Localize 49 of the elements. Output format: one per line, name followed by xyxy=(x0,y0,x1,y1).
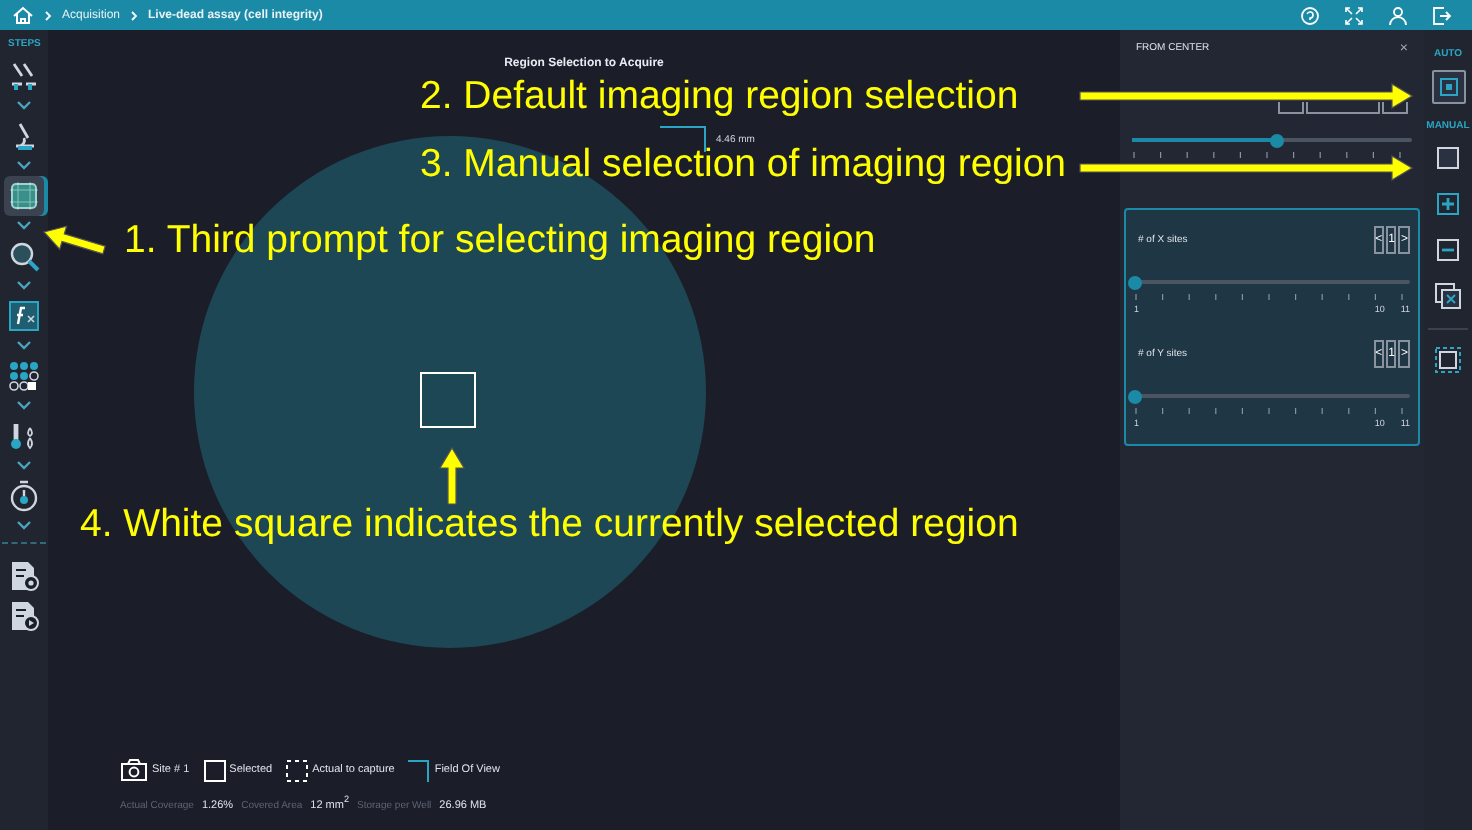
chevron-icon xyxy=(16,280,32,290)
auto-button[interactable] xyxy=(1431,70,1465,104)
step-button[interactable] xyxy=(4,176,44,216)
magnifier-icon xyxy=(8,240,40,272)
annotation-text: 4. White square indicates the currently selected region xyxy=(80,504,1019,544)
step-button[interactable] xyxy=(4,296,44,336)
logout-icon xyxy=(1432,5,1452,25)
dye-tubes-icon xyxy=(8,60,40,92)
grid-square-icon xyxy=(8,180,40,212)
chevron-icon xyxy=(44,9,52,21)
square-icon xyxy=(203,759,226,782)
camera-icon xyxy=(120,758,148,783)
document-play-icon xyxy=(8,600,40,632)
plus-icon xyxy=(1434,189,1462,217)
formula-icon xyxy=(8,300,40,332)
dashed-square-icon xyxy=(1434,345,1462,373)
home-icon xyxy=(12,6,34,24)
dashed-square-icon xyxy=(286,759,309,782)
annotation-text: 2. Default imaging region selection xyxy=(420,76,1019,116)
chevron-icon xyxy=(16,520,32,530)
stacked-squares-x-icon xyxy=(1434,281,1462,309)
minus-icon xyxy=(1434,235,1462,263)
fullscreen-icon xyxy=(1344,5,1364,25)
square-icon xyxy=(1434,143,1462,171)
step-button[interactable] xyxy=(4,356,44,396)
arrow xyxy=(438,446,466,505)
slider-thumb[interactable] xyxy=(1270,133,1285,147)
chevron-icon xyxy=(130,9,139,21)
corner-icon xyxy=(408,759,431,782)
chevron-icon xyxy=(16,400,32,410)
arrow xyxy=(42,225,106,255)
slider-thumb[interactable] xyxy=(1127,275,1141,289)
chevron-icon xyxy=(16,340,32,350)
slider-thumb[interactable] xyxy=(1127,389,1141,403)
stopwatch-icon xyxy=(8,480,40,512)
chevron-icon xyxy=(16,160,32,170)
chevron-icon xyxy=(16,220,32,230)
chevron-icon xyxy=(16,100,32,110)
help-icon xyxy=(1300,5,1320,25)
well-plate-icon xyxy=(8,360,40,392)
tool-button[interactable] xyxy=(1431,342,1465,376)
selected-region[interactable] xyxy=(420,372,476,428)
target-square-icon xyxy=(1439,78,1457,96)
annotation-text: 3. Manual selection of imaging region xyxy=(420,144,1067,184)
document-gear-icon xyxy=(8,560,40,592)
annotation-text: 1. Third prompt for selecting imaging region xyxy=(124,220,876,260)
user-icon xyxy=(1388,5,1408,25)
tool-button[interactable] xyxy=(1431,278,1465,312)
chevron-icon xyxy=(16,460,32,470)
